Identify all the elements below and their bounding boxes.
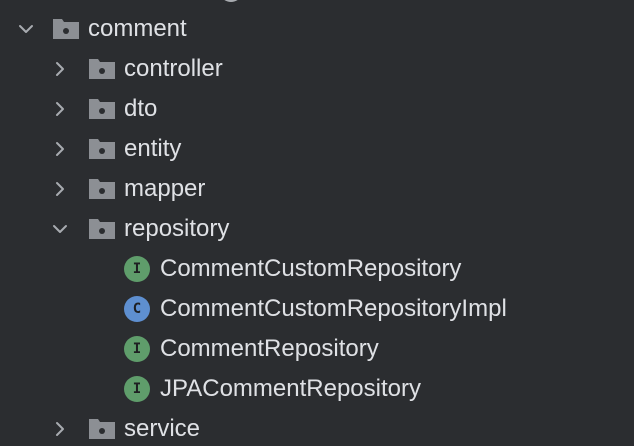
chevron-right-icon[interactable] [50, 419, 70, 439]
tree-row-dto[interactable]: dto [0, 89, 634, 129]
tree-row-repository[interactable]: repository [0, 209, 634, 249]
interface-icon: I [124, 256, 150, 282]
tree-row-jpacommentrepository[interactable]: I JPACommentRepository [0, 369, 634, 409]
interface-icon: I [124, 376, 150, 402]
package-folder-icon [88, 98, 116, 120]
tree-label: service [124, 415, 201, 442]
chevron-right-icon[interactable] [50, 59, 70, 79]
tree-row-commentrepository[interactable]: I CommentRepository [0, 329, 634, 369]
tree-label: CommentCustomRepository [160, 255, 462, 282]
tree-label: comment [88, 15, 187, 42]
tree-row-controller[interactable]: controller [0, 49, 634, 89]
package-folder-icon [88, 218, 116, 240]
chevron-right-icon[interactable] [50, 99, 70, 119]
chevron-right-icon[interactable] [50, 139, 70, 159]
tree-label: CommentCustomRepositoryImpl [160, 295, 507, 322]
tree-row-commentcustomrepository[interactable]: I CommentCustomRepository [0, 249, 634, 289]
interface-icon: I [124, 336, 150, 362]
tree-label: mapper [124, 175, 206, 202]
chevron-right-icon[interactable] [50, 179, 70, 199]
tree-label: entity [124, 135, 182, 162]
tree-label: JPACommentRepository [160, 375, 421, 402]
tree-row-service[interactable]: service [0, 409, 634, 446]
tree-label: controller [124, 55, 223, 82]
clipped-row-remnant [220, 0, 242, 4]
tree-row-mapper[interactable]: mapper [0, 169, 634, 209]
package-folder-icon [88, 58, 116, 80]
tree-row-entity[interactable]: entity [0, 129, 634, 169]
chevron-down-icon[interactable] [50, 219, 70, 239]
tree-label: dto [124, 95, 158, 122]
package-folder-icon [52, 18, 80, 40]
package-folder-icon [88, 178, 116, 200]
class-icon: C [124, 296, 150, 322]
tree-label: repository [124, 215, 230, 242]
package-folder-icon [88, 418, 116, 440]
chevron-down-icon[interactable] [16, 19, 36, 39]
tree-label: CommentRepository [160, 335, 379, 362]
tree-row-comment[interactable]: comment [0, 9, 634, 49]
package-folder-icon [88, 138, 116, 160]
tree-row-commentcustomrepositoryimpl[interactable]: C CommentCustomRepositoryImpl [0, 289, 634, 329]
